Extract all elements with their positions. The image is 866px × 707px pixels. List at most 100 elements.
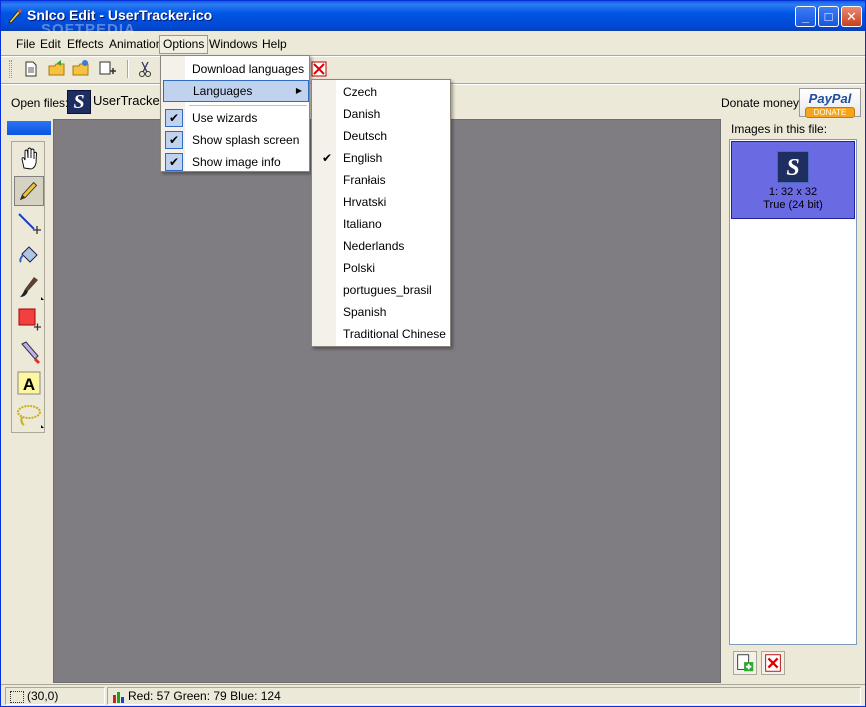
language-item[interactable]: Hrvatski (314, 191, 450, 213)
language-label: Franłais (343, 173, 386, 187)
images-list[interactable]: S 1: 32 x 32 True (24 bit) (729, 139, 857, 645)
menu-item-label: Download languages (192, 62, 305, 76)
open-files-label: Open files: (11, 96, 69, 110)
new-file-icon[interactable] (21, 59, 41, 79)
open-recent-icon[interactable] (71, 59, 91, 79)
menu-item-label: Use wizards (192, 111, 258, 125)
language-item[interactable]: Italiano (314, 213, 450, 235)
menu-options[interactable]: Options (159, 35, 209, 54)
color-bars-icon (113, 691, 124, 703)
palette-header[interactable] (7, 121, 51, 135)
selection-icon (10, 690, 24, 703)
rectangle-icon[interactable] (14, 304, 44, 334)
language-item[interactable]: ✔ English (314, 147, 450, 169)
language-label: Czech (343, 85, 378, 99)
language-item[interactable]: Franłais (314, 169, 450, 191)
checkmark-icon: ✔ (321, 151, 333, 165)
toolbar (5, 57, 863, 81)
menu-item-label: Languages (193, 84, 253, 98)
language-item[interactable]: Nederlands (314, 235, 450, 257)
open-file-thumbnail[interactable]: S (67, 90, 91, 114)
color-text: Red: 57 Green: 79 Blue: 124 (128, 689, 281, 703)
menu-item-show-splash-screen[interactable]: ✔ Show splash screen (163, 129, 309, 151)
language-label: Polski (343, 261, 376, 275)
image-list-item[interactable]: S 1: 32 x 32 True (24 bit) (731, 141, 855, 219)
menu-item-download-languages[interactable]: Download languages (163, 58, 309, 80)
language-item[interactable]: Danish (314, 103, 450, 125)
toolbar-separator (127, 60, 129, 78)
add-image-icon[interactable] (733, 651, 757, 675)
language-item[interactable]: Spanish (314, 301, 450, 323)
menu-bar: File Edit Effects Animation Options Wind… (5, 33, 863, 55)
menu-animation[interactable]: Animation (106, 35, 165, 54)
images-panel-title: Images in this file: (731, 122, 828, 136)
language-label: Danish (343, 107, 381, 121)
minimize-button[interactable]: _ (795, 6, 816, 27)
language-label: Italiano (343, 217, 382, 231)
text-icon[interactable]: A (14, 368, 44, 398)
language-label: Hrvatski (343, 195, 387, 209)
checkmark-icon: ✔ (165, 109, 183, 127)
close-button[interactable]: ✕ (841, 6, 862, 27)
status-bar: (30,0) Red: 57 Green: 79 Blue: 124 (1, 684, 865, 706)
paypal-logo: PayPal (808, 91, 852, 106)
open-folder-icon[interactable] (47, 59, 67, 79)
image-depth-label: True (24 bit) (763, 199, 823, 211)
menu-separator (189, 105, 307, 106)
position-text: (30,0) (27, 689, 59, 703)
menu-item-label: Show splash screen (192, 133, 300, 147)
language-item[interactable]: Polski (314, 257, 450, 279)
app-window: SnIco Edit - UserTracker.ico SOFTPEDIA _… (0, 0, 866, 707)
language-label: English (343, 151, 383, 165)
language-item[interactable]: Traditional Chinese (314, 323, 450, 345)
image-thumbnail: S (777, 151, 809, 183)
donate-text: DONATE (805, 107, 855, 118)
line-icon[interactable] (14, 208, 44, 238)
menu-item-show-image-info[interactable]: ✔ Show image info (163, 151, 309, 173)
title-bar[interactable]: SnIco Edit - UserTracker.ico SOFTPEDIA _… (1, 1, 865, 38)
language-label: Nederlands (343, 239, 405, 253)
checkmark-icon: ✔ (165, 131, 183, 149)
menu-item-languages[interactable]: Languages ▶ (163, 80, 309, 102)
menu-windows[interactable]: Windows (206, 35, 261, 54)
language-item[interactable]: Deutsch (314, 125, 450, 147)
delete-image-icon[interactable] (761, 651, 785, 675)
menu-effects[interactable]: Effects (64, 35, 106, 54)
delete-icon[interactable] (309, 59, 329, 79)
svg-text:A: A (23, 375, 35, 394)
language-label: portugues_brasil (343, 283, 432, 297)
language-item[interactable]: portugues_brasil (314, 279, 450, 301)
language-label: Spanish (343, 305, 387, 319)
color-picker-icon[interactable] (14, 336, 44, 366)
checkmark-icon: ✔ (165, 153, 183, 171)
menu-edit[interactable]: Edit (37, 35, 64, 54)
images-panel: Images in this file: S 1: 32 x 32 True (… (725, 119, 861, 683)
palette-tools: A (11, 141, 45, 433)
status-color: Red: 57 Green: 79 Blue: 124 (107, 687, 861, 705)
status-position: (30,0) (5, 687, 105, 705)
menu-item-label: Show image info (192, 155, 281, 169)
hand-icon[interactable] (14, 144, 44, 174)
tool-palette: A (7, 119, 51, 683)
paypal-donate-button[interactable]: PayPal DONATE (799, 88, 861, 118)
menu-help[interactable]: Help (259, 35, 290, 54)
maximize-button[interactable]: □ (818, 6, 839, 27)
image-size-label: 1: 32 x 32 (768, 186, 818, 198)
cut-icon[interactable] (135, 59, 155, 79)
app-icon (8, 9, 22, 24)
options-menu: Download languages Languages ▶ ✔ Use wiz… (160, 55, 310, 172)
donate-label: Donate money: (721, 96, 803, 110)
submenu-arrow-icon: ▶ (295, 86, 302, 95)
new-image-icon[interactable] (97, 59, 117, 79)
fill-bucket-icon[interactable] (14, 240, 44, 270)
language-label: Deutsch (343, 129, 388, 143)
pencil-icon[interactable] (14, 176, 44, 206)
language-item[interactable]: Czech (314, 81, 450, 103)
lasso-icon[interactable] (14, 400, 44, 430)
languages-menu: Czech Danish Deutsch ✔ English Franłais … (311, 79, 451, 347)
menu-file[interactable]: File (13, 35, 38, 54)
brush-icon[interactable] (14, 272, 44, 302)
toolbar-grip[interactable] (9, 60, 12, 78)
menu-item-use-wizards[interactable]: ✔ Use wizards (163, 107, 309, 129)
language-label: Traditional Chinese (343, 327, 446, 341)
